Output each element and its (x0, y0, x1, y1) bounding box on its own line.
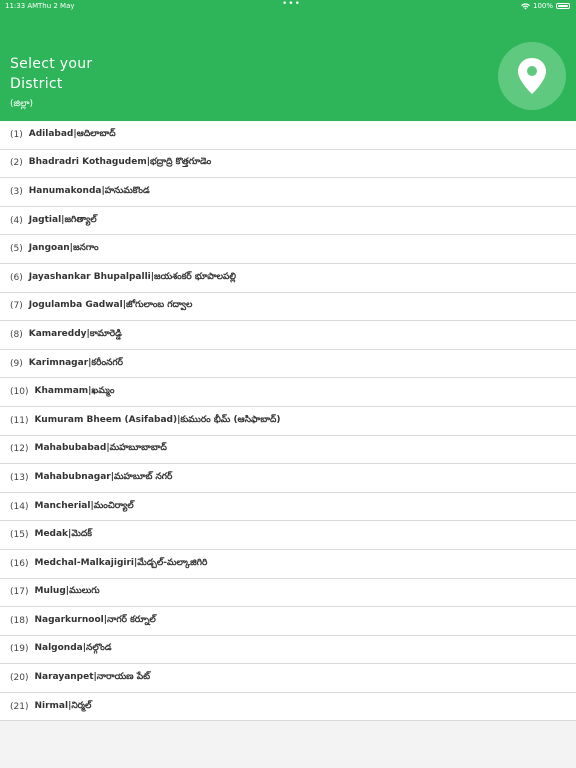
district-item[interactable]: (11) Kumuram Bheem (Asifabad)|కుమురం భీమ్… (0, 406, 576, 436)
battery-percent: 100% (532, 2, 553, 10)
district-item[interactable]: (20) Narayanpet|నారాయణ పేట్ (0, 664, 576, 693)
district-index: (10) (10, 387, 29, 398)
district-name: Hanumakonda|హనుమకొండ (28, 185, 150, 196)
district-name: Mancherial|మంచిర్యాల్ (34, 500, 134, 511)
wifi-icon (521, 2, 530, 10)
district-item[interactable]: (21) Nirmal|నిర్మల్ (0, 692, 576, 722)
district-item[interactable]: (8) Kamareddy|కామారెడ్డి (0, 321, 576, 350)
district-index: (2) (10, 158, 23, 169)
district-name: Nalgonda|నల్గొండ (34, 643, 112, 654)
district-name: Jangoan|జనగాం (28, 243, 99, 254)
location-pin-icon (518, 58, 546, 94)
district-item[interactable]: (13) Mahabubnagar|మహబూబ్ నగర్ (0, 464, 576, 493)
district-name: Jogulamba Gadwal|జోగులాంబ గద్వాల (28, 300, 193, 311)
district-name: Mulug|ములుగు (34, 586, 100, 597)
district-index: (5) (10, 244, 23, 255)
district-index: (7) (10, 301, 23, 312)
district-name: Nirmal|నిర్మల్ (34, 700, 92, 711)
status-right: 100% (521, 2, 570, 10)
district-name: Narayanpet|నారాయణ పేట్ (34, 672, 151, 683)
district-name: Bhadradri Kothagudem|భద్రాద్రి కొత్తగూడె… (28, 157, 212, 168)
status-time: 11:33 AM (5, 2, 39, 10)
district-item[interactable]: (5) Jangoan|జనగాం (0, 235, 576, 264)
district-index: (12) (10, 444, 29, 455)
district-item[interactable]: (14) Mancherial|మంచిర్యాల్ (0, 492, 576, 522)
district-item[interactable]: (4) Jagtial|జగిత్యాల్ (0, 206, 576, 236)
district-item[interactable]: (17) Mulug|ములుగు (0, 578, 576, 608)
district-item[interactable]: (7) Jogulamba Gadwal|జోగులాంబ గద్వాల (0, 292, 576, 322)
district-item[interactable]: (6) Jayashankar Bhupalpalli|జయశంకర్ భూపాల… (0, 263, 576, 293)
district-index: (6) (10, 272, 23, 283)
status-bar: 11:33 AM Thu 2 May ••• 100% (0, 0, 576, 12)
location-button[interactable] (498, 42, 566, 110)
district-index: (19) (10, 644, 29, 655)
district-index: (3) (10, 186, 23, 197)
district-item[interactable]: (2) Bhadradri Kothagudem|భద్రాద్రి కొత్తగ… (0, 149, 576, 179)
page-title: Select your District (10, 56, 93, 92)
district-index: (21) (10, 701, 29, 712)
district-index: (1) (10, 129, 23, 140)
district-index: (16) (10, 558, 29, 569)
district-name: Jagtial|జగిత్యాల్ (28, 214, 97, 225)
district-list: (1) Adilabad|ఆదిలాబాద్ (2) Bhadradri Kotha… (0, 121, 576, 722)
district-item[interactable]: (9) Karimnagar|కరీంనగర్ (0, 349, 576, 379)
district-index: (20) (10, 673, 29, 684)
district-name: Jayashankar Bhupalpalli|జయశంకర్ భూపాలపల్… (28, 271, 237, 282)
district-item[interactable]: (15) Medak|మెదక్ (0, 521, 576, 550)
district-item[interactable]: (12) Mahabubabad|మహబూబాబాద్ (0, 435, 576, 465)
district-name: Adilabad|ఆదిలాబాద్ (28, 128, 116, 139)
district-name: Medak|మెదక్ (34, 529, 92, 540)
district-item[interactable]: (10) Khammam|ఖమ్మం (0, 378, 576, 407)
district-name: Medchal-Malkajigiri|మేడ్చల్-మల్కాజిగిరి (34, 557, 208, 568)
district-index: (17) (10, 587, 29, 598)
header: Select your District (జిల్లా) (0, 12, 576, 121)
district-name: Mahabubnagar|మహబూబ్ నగర్ (34, 471, 173, 482)
district-name: Karimnagar|కరీంనగర్ (28, 357, 123, 368)
district-index: (9) (10, 358, 23, 369)
district-index: (18) (10, 615, 29, 626)
district-item[interactable]: (19) Nalgonda|నల్గొండ (0, 635, 576, 665)
district-index: (4) (10, 215, 23, 226)
district-index: (15) (10, 530, 29, 541)
battery-icon (556, 3, 570, 9)
district-index: (13) (10, 472, 29, 483)
district-item[interactable]: (18) Nagarkurnool|నాగర్ కర్నూల్ (0, 607, 576, 636)
district-name: Mahabubabad|మహబూబాబాద్ (34, 443, 167, 454)
district-index: (14) (10, 501, 29, 512)
multitasking-dots-icon[interactable]: ••• (282, 0, 301, 9)
district-index: (8) (10, 329, 23, 340)
district-index: (11) (10, 415, 29, 426)
district-item[interactable]: (3) Hanumakonda|హనుమకొండ (0, 178, 576, 207)
district-name: Nagarkurnool|నాగర్ కర్నూల్ (34, 614, 156, 625)
page-subtitle: (జిల్లా) (10, 99, 34, 109)
district-name: Kamareddy|కామారెడ్డి (28, 328, 122, 339)
district-name: Kumuram Bheem (Asifabad)|కుమురం భీమ్ (ఆస… (34, 414, 281, 425)
district-name: Khammam|ఖమ్మం (34, 386, 115, 397)
status-date: Thu 2 May (38, 2, 75, 10)
district-item[interactable]: (1) Adilabad|ఆదిలాబాద్ (0, 121, 576, 150)
district-item[interactable]: (16) Medchal-Malkajigiri|మేడ్చల్-మల్కాజిగ… (0, 549, 576, 579)
